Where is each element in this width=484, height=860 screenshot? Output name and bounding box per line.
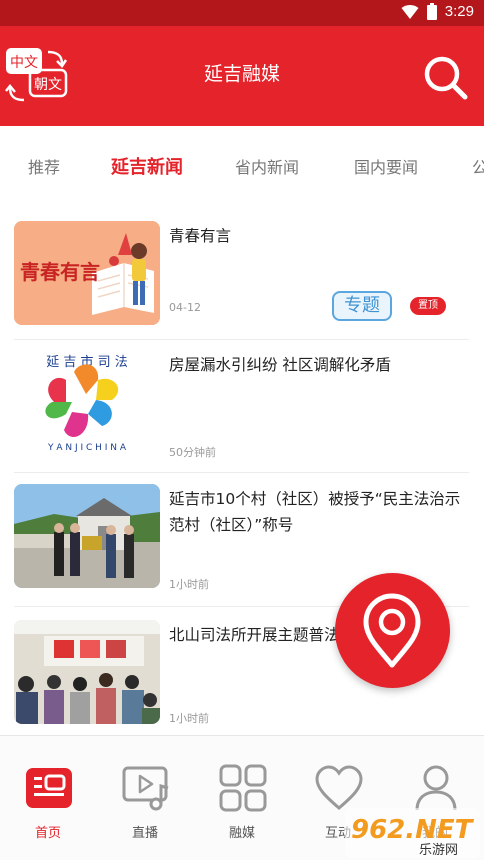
tab-more[interactable]: 公 [472, 154, 484, 178]
location-pin-icon [363, 593, 421, 668]
watermark-main: 962.NET [351, 815, 475, 845]
app-header: 中文 朝文 延吉融媒 [0, 26, 484, 126]
heart-icon [315, 765, 363, 810]
nav-label: 融媒 [228, 826, 255, 841]
nav-media[interactable]: 融媒 [207, 764, 277, 850]
watermark-sub: 乐游网 [419, 843, 458, 858]
news-time: 50分钟前 [169, 446, 216, 459]
news-item[interactable]: 延 吉 市 司 法 Y A N J I C H I N A 房屋漏水引纠纷 社区… [14, 350, 469, 468]
user-icon [415, 765, 457, 811]
site-watermark: 962.NET 乐游网 [345, 808, 480, 858]
news-time: 1小时前 [169, 712, 209, 725]
nav-label: 直播 [131, 826, 158, 841]
status-time: 3:29 [444, 3, 474, 20]
nav-home[interactable]: 首页 [13, 764, 83, 850]
thumb-logo-subtext: Y A N J I C H I N A [47, 443, 127, 453]
tab-national-news[interactable]: 国内要闻 [354, 154, 418, 178]
location-button[interactable] [335, 573, 450, 688]
divider [14, 339, 469, 340]
grid-apps-icon [219, 764, 267, 812]
news-time: 1小时前 [169, 578, 209, 591]
wifi-icon [401, 4, 419, 19]
search-button[interactable] [422, 54, 470, 102]
app-title: 延吉融媒 [203, 63, 280, 85]
search-icon [424, 56, 468, 100]
tab-recommend[interactable]: 推荐 [28, 154, 60, 178]
divider [14, 472, 469, 473]
nav-live[interactable]: 直播 [110, 764, 180, 850]
news-title: 青春有言 [169, 227, 232, 245]
news-thumbnail [14, 620, 160, 724]
tab-yanji-news[interactable]: 延吉新闻 [111, 153, 183, 179]
tab-provincial-news[interactable]: 省内新闻 [235, 154, 299, 178]
news-thumbnail [14, 484, 160, 588]
live-broadcast-icon [122, 766, 169, 811]
topic-badge: 专题 [332, 291, 392, 321]
thumb-caption: 青春有言 [20, 260, 100, 284]
pinned-badge: 置顶 [410, 297, 446, 315]
battery-icon [426, 3, 437, 20]
nav-label: 首页 [34, 826, 61, 841]
news-time: 04-12 [169, 301, 201, 314]
news-item[interactable]: 青春有言 青春有言 04-12 专题 置顶 [14, 221, 469, 339]
news-title: 房屋漏水引纠纷 社区调解化矛盾 [169, 356, 391, 374]
home-news-icon [26, 768, 72, 808]
news-thumbnail: 青春有言 [14, 221, 160, 325]
category-tabs: 推荐 延吉新闻 省内新闻 国内要闻 公 [0, 126, 484, 206]
status-icons: 3:29 [401, 3, 474, 20]
status-bar: 3:29 [0, 0, 484, 26]
news-thumbnail: 延 吉 市 司 法 Y A N J I C H I N A [14, 350, 160, 454]
news-title: 延吉市10个村（社区）被授予“民主法治示范村（社区）”称号 [169, 490, 461, 534]
